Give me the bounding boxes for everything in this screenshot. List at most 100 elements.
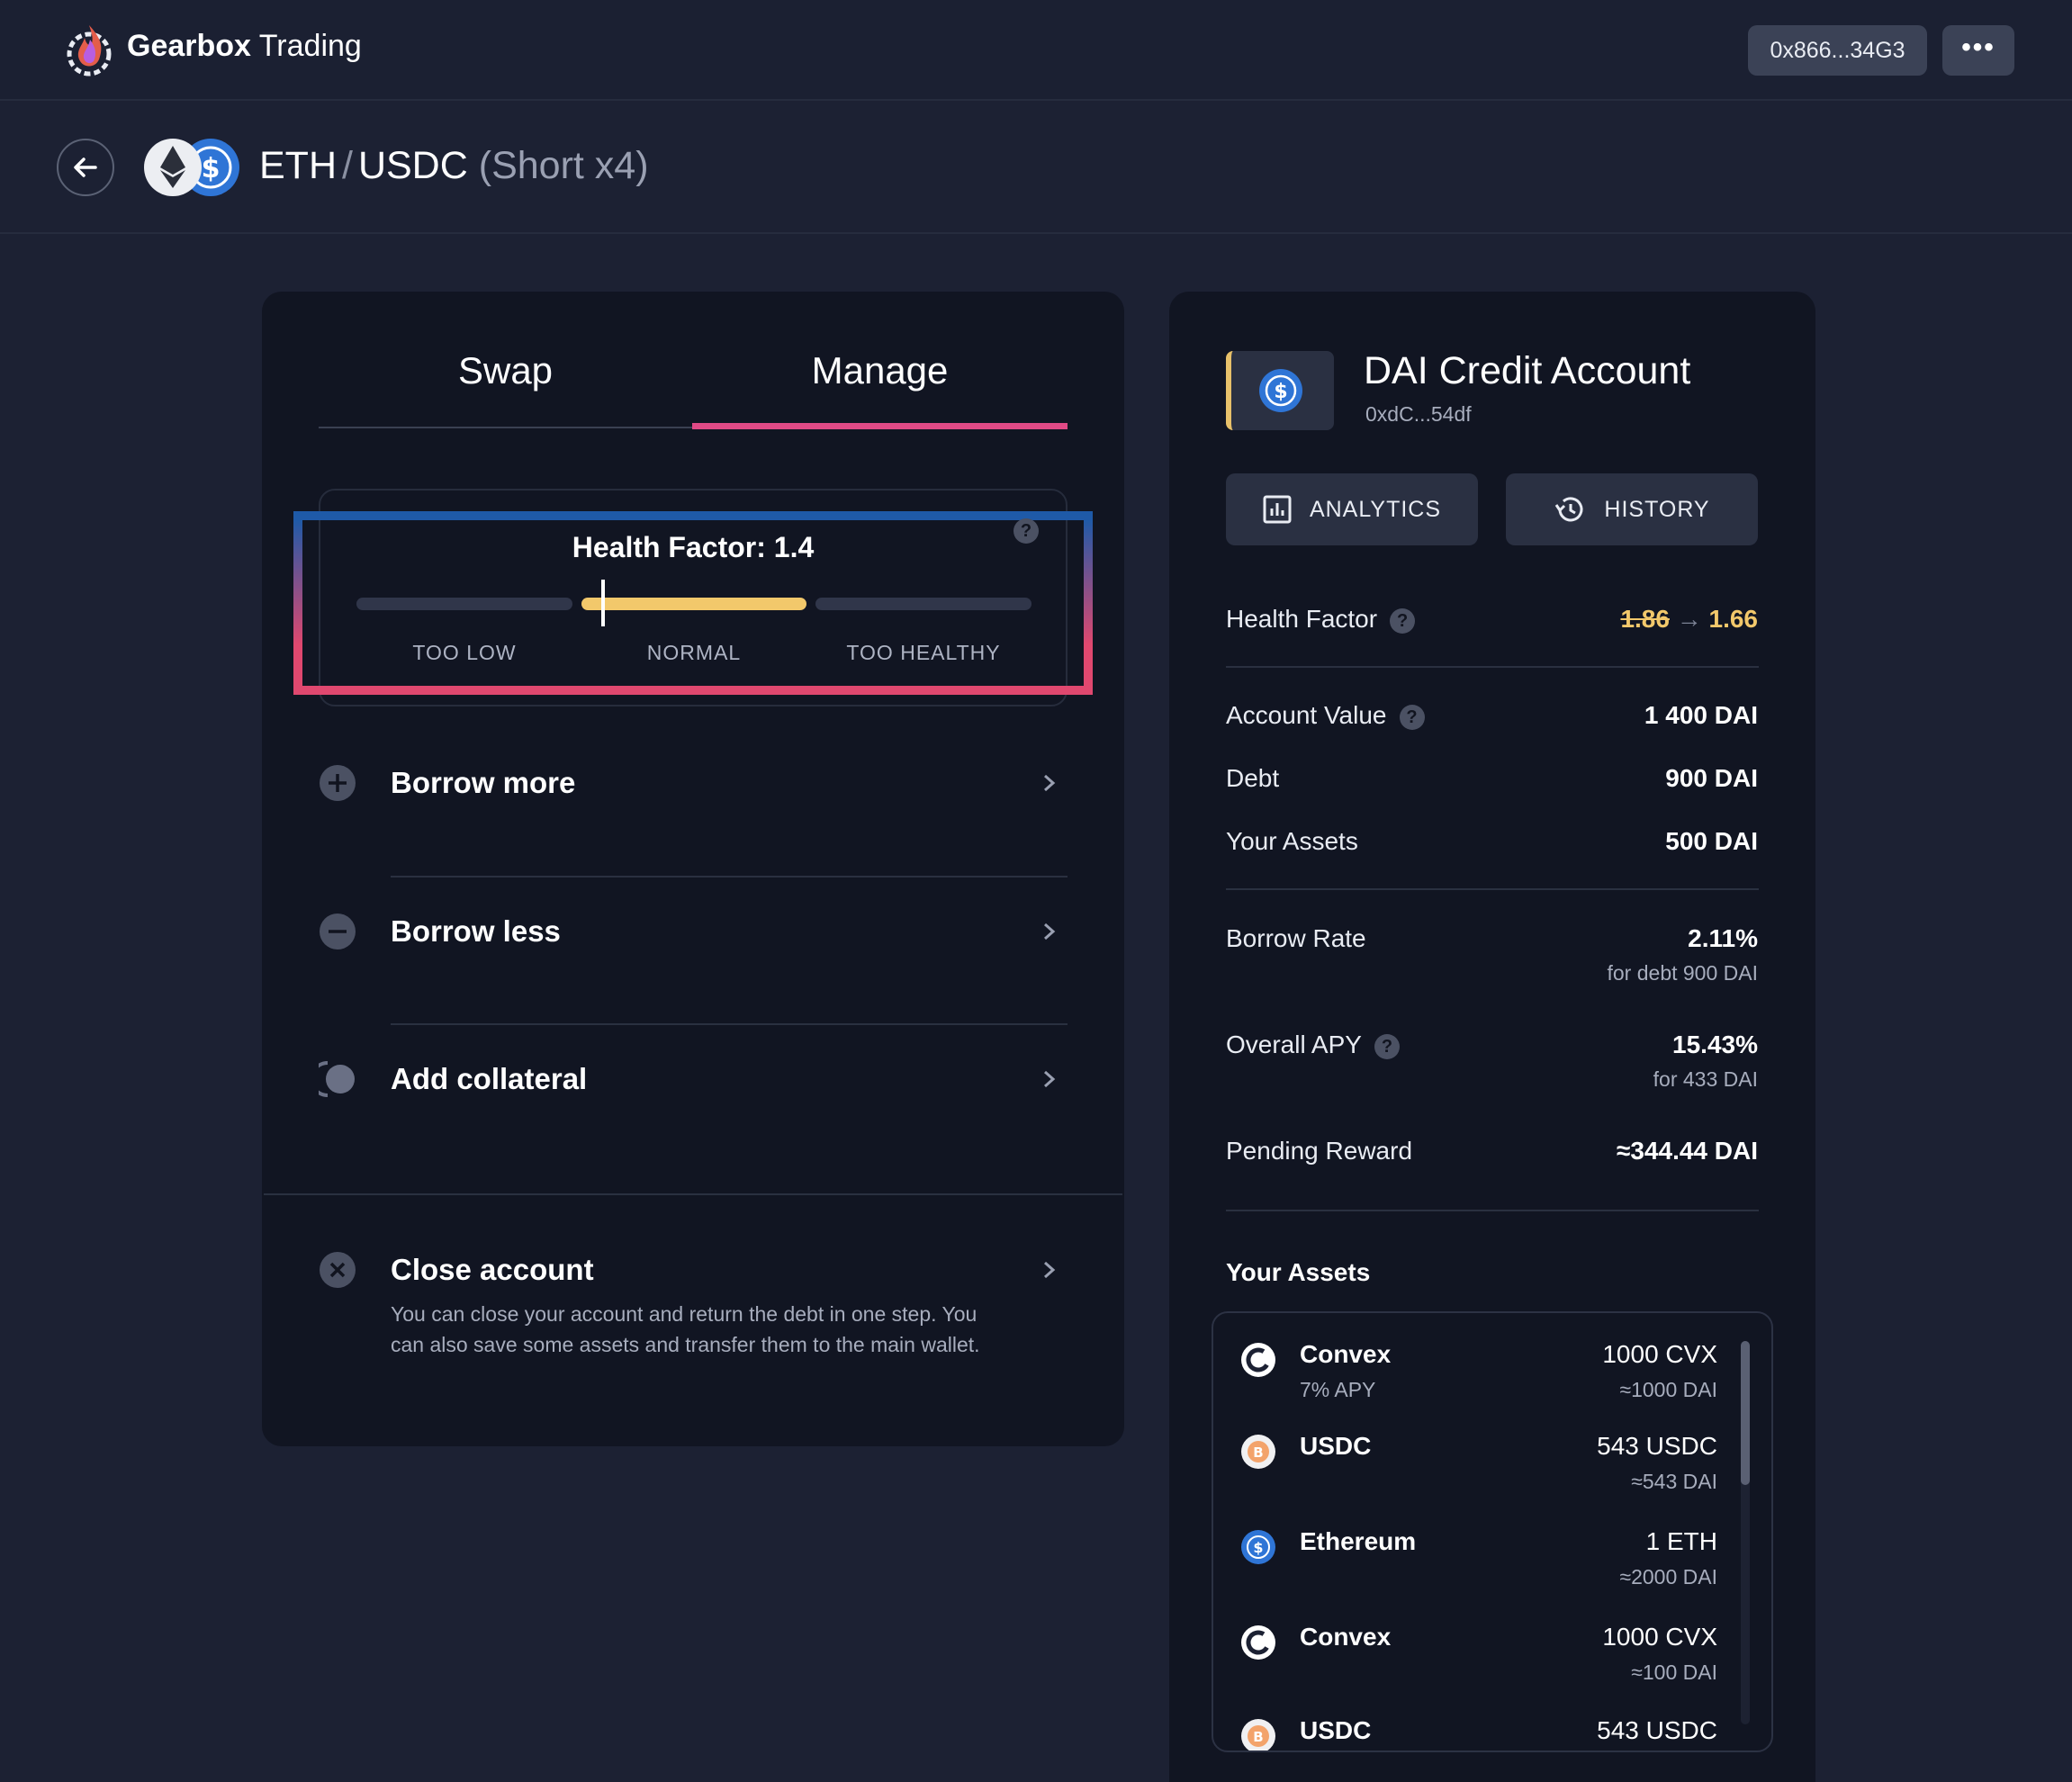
borrow-less-label: Borrow less bbox=[391, 914, 561, 948]
history-button[interactable]: HISTORY bbox=[1506, 473, 1758, 545]
asset-amount: 1 ETH bbox=[1645, 1527, 1717, 1555]
pair-separator: / bbox=[342, 144, 353, 187]
borrow-rate-label: Borrow Rate bbox=[1226, 924, 1366, 952]
chevron-right-icon bbox=[1044, 922, 1056, 940]
assets-title: Your Assets bbox=[1226, 1258, 1371, 1286]
account-value: 1 400 DAI bbox=[1644, 701, 1758, 729]
add-collateral-label: Add collateral bbox=[391, 1062, 588, 1095]
pair-title: ETH / USDC (Short x4) bbox=[259, 144, 649, 188]
more-options-button[interactable]: ••• bbox=[1942, 25, 2014, 76]
borrow-more-label: Borrow more bbox=[391, 766, 576, 799]
section-divider bbox=[264, 1193, 1122, 1195]
stats-divider bbox=[1226, 1210, 1759, 1211]
credit-account-logo: $ bbox=[1226, 351, 1334, 430]
close-account-label: Close account bbox=[391, 1253, 594, 1286]
stats-divider bbox=[1226, 666, 1759, 668]
history-label: HISTORY bbox=[1604, 496, 1710, 522]
svg-text:$: $ bbox=[1253, 1539, 1263, 1556]
health-marker-icon bbox=[601, 580, 605, 626]
svg-text:$: $ bbox=[1274, 381, 1287, 403]
gearbox-logo[interactable] bbox=[63, 20, 115, 77]
assets-scrollbar-thumb[interactable] bbox=[1741, 1341, 1750, 1485]
overall-apy-row-label: Overall APY? bbox=[1226, 1030, 1400, 1059]
debt-label: Debt bbox=[1226, 764, 1280, 792]
analytics-button[interactable]: ANALYTICS bbox=[1226, 473, 1478, 545]
asset-value: ≈1000 DAI bbox=[1619, 1378, 1717, 1401]
health-label-normal: NORMAL bbox=[646, 641, 742, 664]
help-icon[interactable]: ? bbox=[1390, 608, 1416, 634]
svg-text:B: B bbox=[1253, 1444, 1263, 1461]
health-factor-row-label: Health Factor? bbox=[1226, 605, 1416, 634]
pair-quote: USDC bbox=[357, 144, 468, 187]
history-icon bbox=[1555, 497, 1583, 522]
pair-mode: (Short x4) bbox=[478, 144, 649, 187]
asset-apy: 7% APY bbox=[1300, 1378, 1376, 1401]
health-label-too-healthy: TOO HEALTHY bbox=[846, 641, 1001, 664]
health-factor-new: 1.66 bbox=[1708, 605, 1759, 633]
tab-swap[interactable]: Swap bbox=[319, 349, 692, 392]
bitcoin-icon: B bbox=[1241, 1719, 1275, 1750]
analytics-label: ANALYTICS bbox=[1309, 496, 1442, 522]
convex-icon bbox=[1241, 1625, 1275, 1660]
arrow-left-icon bbox=[74, 158, 97, 177]
chevron-right-icon bbox=[1044, 1261, 1056, 1279]
asset-name: USDC bbox=[1300, 1716, 1372, 1744]
asset-value: ≈100 DAI bbox=[1631, 1660, 1717, 1684]
tab-active-indicator bbox=[692, 423, 1068, 429]
pair-base: ETH bbox=[259, 144, 337, 187]
list-item[interactable]: Convex 1000 CVX ≈100 DAI bbox=[1213, 1623, 1717, 1704]
overall-apy-value: 15.43% bbox=[1672, 1030, 1758, 1058]
overall-apy-sub: for 433 DAI bbox=[1653, 1067, 1758, 1091]
credit-account-address[interactable]: 0xdC...54df bbox=[1365, 402, 1472, 427]
pending-reward-label: Pending Reward bbox=[1226, 1137, 1413, 1165]
pending-reward-value: ≈344.44 DAI bbox=[1616, 1137, 1758, 1165]
asset-name: USDC bbox=[1300, 1432, 1372, 1460]
list-item[interactable]: Convex 7% APY 1000 CVX ≈1000 DAI bbox=[1213, 1340, 1717, 1421]
close-account-action[interactable]: Close account bbox=[319, 1247, 1068, 1292]
overall-apy-label: Overall APY bbox=[1226, 1030, 1362, 1058]
help-icon[interactable]: ? bbox=[1399, 704, 1425, 730]
close-circle-icon bbox=[320, 1252, 356, 1288]
health-factor-label: Health Factor bbox=[1226, 605, 1378, 633]
help-icon[interactable]: ? bbox=[1374, 1033, 1400, 1059]
health-segment-too-low bbox=[356, 598, 572, 610]
asset-name: Ethereum bbox=[1300, 1527, 1417, 1555]
credit-account-title: DAI Credit Account bbox=[1364, 349, 1691, 392]
asset-amount: 543 USDC bbox=[1597, 1432, 1717, 1460]
debt-value: 900 DAI bbox=[1665, 764, 1758, 792]
action-divider bbox=[391, 1023, 1068, 1025]
assets-list[interactable]: Convex 7% APY 1000 CVX ≈1000 DAI B USDC … bbox=[1212, 1311, 1773, 1752]
add-collateral-action[interactable]: Add collateral bbox=[319, 1057, 1068, 1102]
brand-rest: Trading bbox=[258, 29, 362, 63]
list-item[interactable]: B USDC 543 USDC bbox=[1213, 1716, 1717, 1750]
brand-bold: Gearbox bbox=[127, 29, 251, 63]
list-item[interactable]: $ Ethereum 1 ETH ≈2000 DAI bbox=[1213, 1527, 1717, 1608]
account-value-row-label: Account Value? bbox=[1226, 701, 1425, 730]
borrow-rate-sub: for debt 900 DAI bbox=[1607, 961, 1759, 985]
stats-divider bbox=[1226, 888, 1759, 890]
tab-manage[interactable]: Manage bbox=[692, 349, 1068, 392]
chevron-right-icon bbox=[1044, 774, 1056, 792]
usdc-icon: $ bbox=[1241, 1530, 1275, 1564]
borrow-more-action[interactable]: Borrow more bbox=[319, 760, 1068, 806]
action-divider bbox=[391, 876, 1068, 878]
account-value-label: Account Value bbox=[1226, 701, 1387, 729]
borrow-rate-value: 2.11% bbox=[1688, 924, 1758, 952]
brand-name[interactable]: Gearbox Trading bbox=[127, 29, 362, 64]
your-assets-label: Your Assets bbox=[1226, 827, 1358, 855]
health-factor-help-icon[interactable]: ? bbox=[1013, 518, 1039, 544]
chart-icon bbox=[1263, 495, 1292, 524]
health-label-too-low: TOO LOW bbox=[412, 641, 517, 664]
your-assets-value: 500 DAI bbox=[1665, 827, 1758, 855]
convex-icon bbox=[1241, 1343, 1275, 1377]
asset-amount: 1000 CVX bbox=[1602, 1623, 1717, 1651]
borrow-less-action[interactable]: Borrow less bbox=[319, 909, 1068, 954]
wallet-address-button[interactable]: 0x866...34G3 bbox=[1748, 25, 1927, 76]
plus-circle-icon bbox=[320, 765, 356, 801]
list-item[interactable]: B USDC 543 USDC ≈543 DAI bbox=[1213, 1432, 1717, 1513]
asset-name: Convex bbox=[1300, 1340, 1392, 1368]
health-factor-values: 1.86 → 1.66 bbox=[1620, 605, 1758, 634]
arrow-right-icon: → bbox=[1676, 605, 1702, 633]
health-factor-old: 1.86 bbox=[1620, 605, 1670, 633]
back-button[interactable] bbox=[57, 139, 114, 196]
